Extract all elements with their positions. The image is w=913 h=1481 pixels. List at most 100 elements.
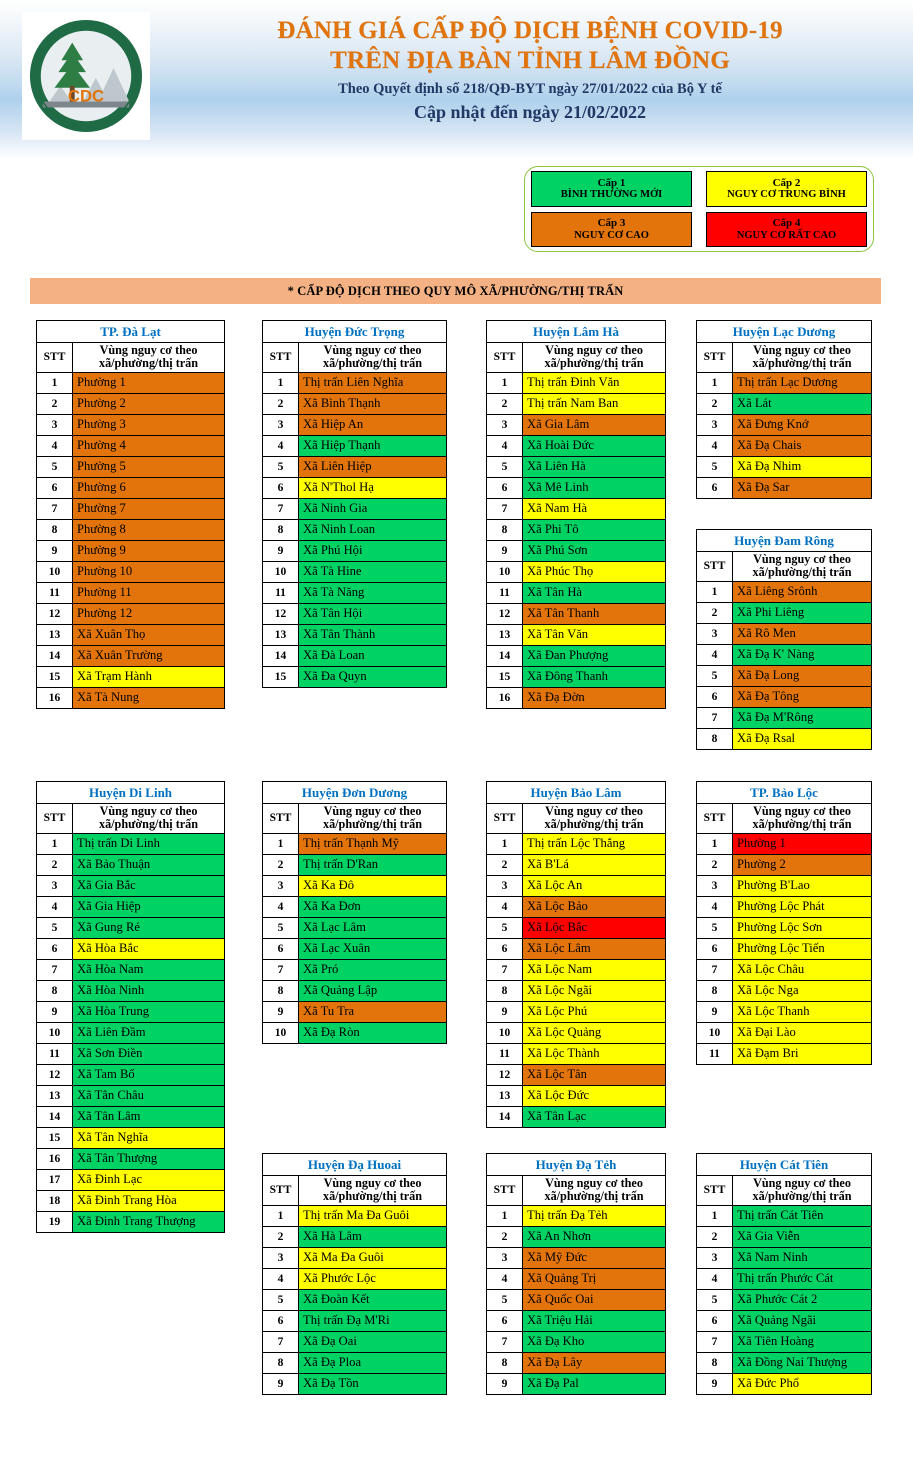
- zone-cell-level-3: Xã Quốc Oai: [522, 1288, 666, 1311]
- column-header-zone: Vùng nguy cơ theo xã/phường/thị trấn: [522, 1175, 666, 1206]
- table-row: 10 Xã Lộc Quảng: [486, 1021, 666, 1044]
- zone-cell-level-1: Xã Đa Quyn: [298, 665, 447, 688]
- column-header-zone: Vùng nguy cơ theo xã/phường/thị trấn: [522, 342, 666, 373]
- row-index-cell: 2: [262, 1225, 299, 1248]
- zone-cell-level-1: Xã Hiệp Thạnh: [298, 434, 447, 457]
- row-index-cell: 1: [696, 371, 733, 394]
- row-index-cell: 11: [262, 581, 299, 604]
- column-header-stt: STT: [36, 342, 73, 373]
- table-row: 10 Xã Đạ Ròn: [262, 1021, 447, 1044]
- table-row: 14 Xã Xuân Trường: [36, 644, 225, 667]
- row-index-cell: 7: [36, 958, 73, 981]
- table-row: 12 Xã Tam Bố: [36, 1063, 225, 1086]
- zone-cell-level-3: Phường 10: [72, 560, 225, 583]
- row-index-cell: 5: [262, 1288, 299, 1311]
- table-row: 5 Xã Đoàn Kết: [262, 1288, 447, 1311]
- table-row: 14 Xã Đan Phượng: [486, 644, 666, 667]
- table-row: 6 Xã Hòa Bắc: [36, 937, 225, 960]
- district-title: Huyện Di Linh: [36, 781, 225, 804]
- zone-cell-level-3: Xã Quảng Trị: [522, 1267, 666, 1290]
- row-index-cell: 8: [696, 979, 733, 1002]
- table-row: 7 Xã Nam Hà: [486, 497, 666, 520]
- row-index-cell: 5: [36, 916, 73, 939]
- update-date: Cập nhật đến ngày 21/02/2022: [413, 102, 647, 123]
- row-index-cell: 8: [262, 518, 299, 541]
- table-row: 5 Xã Liên Hiệp: [262, 455, 447, 478]
- zone-cell-level-2: Xã B'Lá: [522, 853, 666, 876]
- table-row: 8 Xã Đạ Ploa: [262, 1351, 447, 1374]
- cdc-lam-dong-logo: CDC: [22, 12, 150, 140]
- zone-cell-level-3: Xã Tân Thanh: [522, 602, 666, 625]
- row-index-cell: 5: [36, 455, 73, 478]
- row-index-cell: 13: [486, 1084, 523, 1107]
- column-header-stt: STT: [486, 342, 523, 373]
- row-index-cell: 1: [696, 580, 733, 603]
- column-header-zone: Vùng nguy cơ theo xã/phường/thị trấn: [72, 803, 225, 834]
- zone-cell-level-2: Xã Lộc Đức: [522, 1084, 666, 1107]
- table-row: 3 Xã Hiệp An: [262, 413, 447, 436]
- row-index-cell: 2: [262, 853, 299, 876]
- zone-cell-level-1: Xã Ninh Loan: [298, 518, 447, 541]
- table-row: 8 Xã Lộc Nga: [696, 979, 872, 1002]
- row-index-cell: 8: [696, 727, 733, 750]
- table-row: 19 Xã Đinh Trang Thượng: [36, 1210, 225, 1233]
- table-row: 4 Xã Quảng Trị: [486, 1267, 666, 1290]
- zone-cell-level-1: Xã Gia Viễn: [732, 1225, 872, 1248]
- zone-cell-level-1: Thị trấn D'Ran: [298, 853, 447, 876]
- table-row: 8 Xã Đạ Lây: [486, 1351, 666, 1374]
- table-row: 5 Xã Liên Hà: [486, 455, 666, 478]
- row-index-cell: 12: [486, 1063, 523, 1086]
- legend-item-level-3: Cấp 3 NGUY CƠ CAO: [531, 211, 692, 247]
- district-title: TP. Đà Lạt: [36, 320, 225, 343]
- row-index-cell: 5: [696, 455, 733, 478]
- row-index-cell: 13: [36, 623, 73, 646]
- row-index-cell: 2: [262, 392, 299, 415]
- zone-cell-level-3: Phường 1: [72, 371, 225, 394]
- zone-header-line2: xã/phường/thị trấn: [544, 1189, 644, 1204]
- zone-cell-level-1: Thị trấn Cát Tiên: [732, 1204, 872, 1227]
- zone-cell-level-3: Xã Lộc Tân: [522, 1063, 666, 1086]
- row-index-cell: 2: [696, 853, 733, 876]
- row-index-cell: 8: [262, 1351, 299, 1374]
- column-header-zone: Vùng nguy cơ theo xã/phường/thị trấn: [732, 551, 872, 582]
- zone-header-line2: xã/phường/thị trấn: [544, 356, 644, 371]
- zone-cell-level-3: Xã Đạ Long: [732, 664, 872, 687]
- zone-cell-level-2: Xã N'Thol Hạ: [298, 476, 447, 499]
- zone-cell-level-1: Xã Đồng Nai Thượng: [732, 1351, 872, 1374]
- table-row: 13 Xã Tân Thành: [262, 623, 447, 646]
- table-row: 1 Xã Liêng Srônh: [696, 580, 872, 603]
- table-row: 4 Xã Ka Đơn: [262, 895, 447, 918]
- zone-cell-level-2: Xã Lộc Thanh: [732, 1000, 872, 1023]
- table-row: 2 Xã Lát: [696, 392, 872, 415]
- table-row: 8 Xã Đồng Nai Thượng: [696, 1351, 872, 1374]
- zone-cell-level-3: Phường 3: [72, 413, 225, 436]
- table-row: 12 Phường 12: [36, 602, 225, 625]
- zone-cell-level-3: Xã Tà Nung: [72, 686, 225, 709]
- row-index-cell: 3: [262, 1246, 299, 1269]
- zone-cell-level-2: Xã Tân Nghĩa: [72, 1126, 225, 1149]
- table-row: 2 Phường 2: [36, 392, 225, 415]
- row-index-cell: 3: [262, 874, 299, 897]
- row-index-cell: 15: [36, 665, 73, 688]
- row-index-cell: 19: [36, 1210, 73, 1233]
- table-row: 5 Phường Lộc Sơn: [696, 916, 872, 939]
- zone-cell-level-1: Xã Tân Lạc: [522, 1105, 666, 1128]
- zone-cell-level-1: Xã Tân Hội: [298, 602, 447, 625]
- row-index-cell: 10: [486, 1021, 523, 1044]
- zone-cell-level-1: Xã Đạ Pal: [522, 1372, 666, 1395]
- table-row: 6 Xã Đạ Tông: [696, 685, 872, 708]
- district-title: Huyện Đam Rông: [696, 529, 872, 552]
- zone-cell-level-1: Xã Tân Lâm: [72, 1105, 225, 1128]
- row-index-cell: 12: [36, 602, 73, 625]
- row-index-cell: 4: [696, 895, 733, 918]
- row-index-cell: 2: [696, 601, 733, 624]
- table-row: 1 Thị trấn Thạnh Mỹ: [262, 832, 447, 855]
- table-row: 1 Thị trấn Đinh Văn: [486, 371, 666, 394]
- row-index-cell: 2: [696, 392, 733, 415]
- row-index-cell: 5: [486, 455, 523, 478]
- zone-header-line2: xã/phường/thị trấn: [752, 1189, 852, 1204]
- table-row: 10 Xã Đại Lào: [696, 1021, 872, 1044]
- table-row: 4 Xã Đạ K' Nàng: [696, 643, 872, 666]
- risk-level-legend: Cấp 1 BÌNH THƯỜNG MỚI Cấp 2 NGUY CƠ TRUN…: [524, 166, 874, 252]
- zone-cell-level-3: Xã Tu Tra: [298, 1000, 447, 1023]
